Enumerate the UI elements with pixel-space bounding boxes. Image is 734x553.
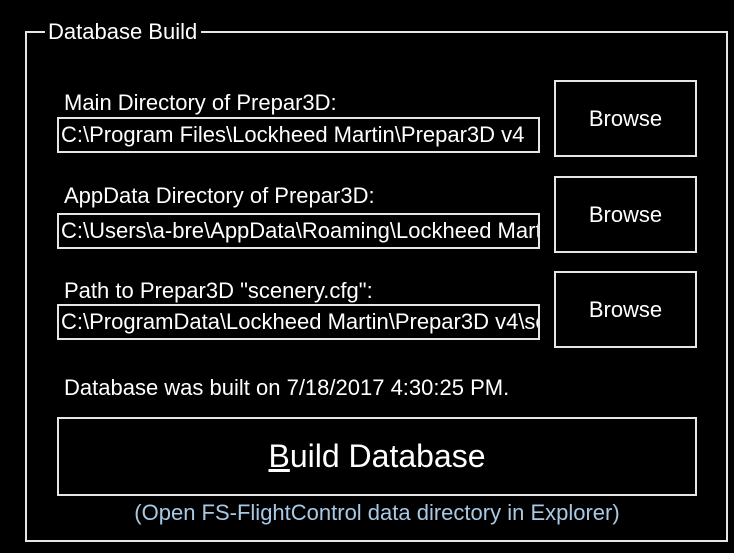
appdata-directory-field[interactable]: C:\Users\a-bre\AppData\Roaming\Lockheed …: [57, 213, 540, 249]
build-button-mnemonic: B: [268, 438, 290, 474]
build-button-label: uild Database: [289, 438, 486, 474]
main-directory-label: Main Directory of Prepar3D:: [64, 90, 337, 115]
browse-button-label: Browse: [588, 201, 663, 227]
appdata-directory-label: AppData Directory of Prepar3D:: [64, 183, 375, 208]
scenery-cfg-field[interactable]: C:\ProgramData\Lockheed Martin\Prepar3D …: [57, 304, 540, 340]
build-database-button[interactable]: Build Database: [57, 417, 697, 496]
group-title: Database Build: [45, 19, 202, 45]
build-status-text: Database was built on 7/18/2017 4:30:25 …: [64, 375, 510, 400]
browse-scenery-cfg-button[interactable]: Browse: [554, 271, 697, 348]
browse-button-label: Browse: [588, 105, 663, 131]
main-directory-field[interactable]: C:\Program Files\Lockheed Martin\Prepar3…: [57, 117, 540, 153]
browse-main-directory-button[interactable]: Browse: [554, 80, 697, 157]
browse-button-label: Browse: [588, 296, 663, 322]
scenery-cfg-label: Path to Prepar3D "scenery.cfg":: [64, 278, 373, 303]
browse-appdata-directory-button[interactable]: Browse: [554, 176, 697, 253]
open-data-directory-link[interactable]: (Open FS-FlightControl data directory in…: [0, 500, 734, 526]
